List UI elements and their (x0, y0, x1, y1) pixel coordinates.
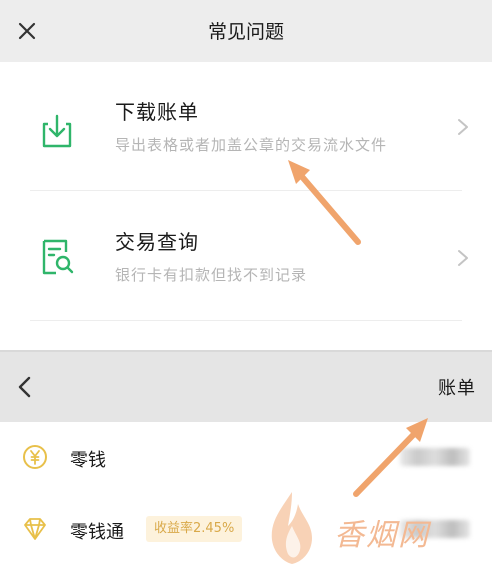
wallet-item-label: 零钱通 (70, 522, 124, 543)
page-title: 常见问题 (207, 21, 284, 43)
divider (30, 320, 462, 321)
wallet-item-label: 零钱 (70, 450, 106, 471)
chevron-right-icon (456, 248, 470, 268)
divider (30, 190, 462, 191)
watermark-text: 香烟网 (334, 518, 430, 553)
yuan-coin-icon (22, 444, 48, 470)
faq-subtitle: 导出表格或者加盖公章的交易流水文件 (115, 136, 388, 154)
yield-rate-badge: 收益率2.45% (146, 516, 243, 542)
flame-logo-icon (271, 492, 312, 564)
back-arrow-icon[interactable] (10, 370, 42, 404)
faq-item-download-bill[interactable]: 下载账单 导出表格或者加盖公章的交易流水文件 (0, 62, 492, 192)
faq-title: 下载账单 (115, 100, 199, 124)
download-icon (40, 112, 74, 150)
watermark: 香烟网 (262, 488, 452, 568)
bill-nav-bar: 账单 (0, 350, 492, 422)
faq-list: 下载账单 导出表格或者加盖公章的交易流水文件 交易查询 银行卡有扣款但找不到记录 (0, 62, 492, 350)
bill-button[interactable]: 账单 (438, 374, 476, 400)
wallet-item-change[interactable]: 零钱 (0, 422, 492, 492)
chevron-right-icon (456, 117, 470, 137)
diamond-icon (22, 516, 48, 542)
faq-subtitle: 银行卡有扣款但找不到记录 (115, 266, 308, 284)
search-document-icon (40, 238, 74, 276)
blurred-balance (400, 448, 470, 466)
faq-title: 交易查询 (115, 230, 199, 254)
top-bar: 常见问题 (0, 0, 492, 62)
faq-item-transaction-query[interactable]: 交易查询 银行卡有扣款但找不到记录 (0, 192, 492, 322)
